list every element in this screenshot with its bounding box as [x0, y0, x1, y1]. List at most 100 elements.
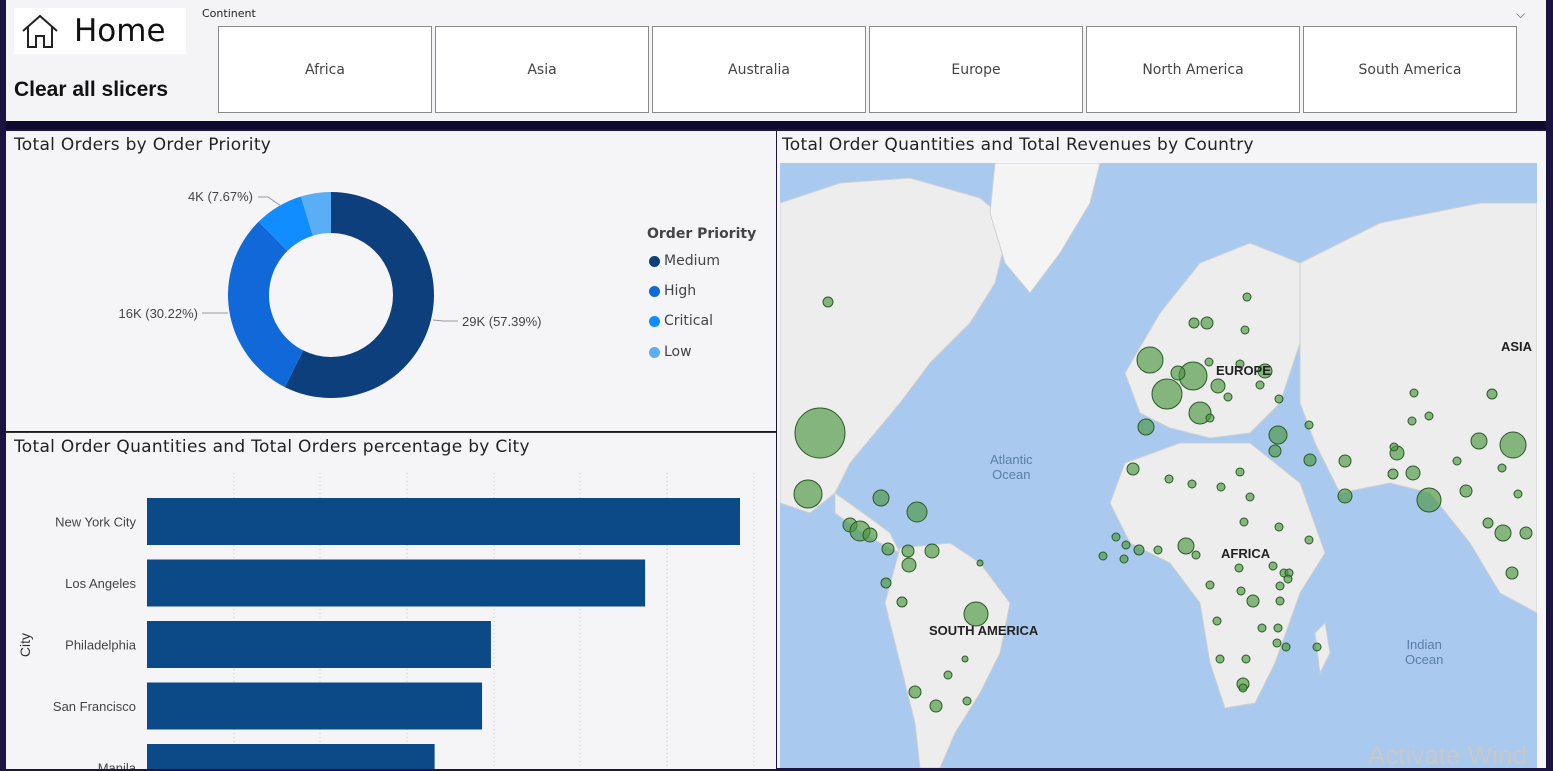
map-bubble[interactable] [1452, 456, 1462, 466]
slicer-option-north-america[interactable]: North America [1086, 26, 1300, 113]
map-bubble[interactable] [1255, 380, 1265, 390]
map-bubble[interactable] [1505, 566, 1519, 580]
map-bubble[interactable] [1387, 468, 1399, 480]
map-bubble[interactable] [1268, 561, 1278, 571]
map-bubble[interactable] [1304, 420, 1314, 430]
map-bubble[interactable] [1389, 442, 1399, 452]
map-bubble[interactable] [1136, 346, 1164, 374]
map-bubble[interactable] [1257, 623, 1267, 633]
map-bubble[interactable] [1121, 540, 1131, 550]
map-bubble[interactable] [1275, 596, 1285, 606]
map-bubble[interactable] [1119, 554, 1129, 564]
donut-chart-panel[interactable]: Total Orders by Order Priority 29K (57.3… [6, 131, 776, 431]
map-bubble[interactable] [1188, 317, 1200, 329]
map-bubble[interactable] [793, 479, 823, 509]
map-bubble[interactable] [1303, 453, 1317, 467]
bar-chart-panel[interactable]: Total Order Quantities and Total Orders … [6, 432, 776, 769]
clear-slicers-button[interactable]: Clear all slicers [14, 78, 168, 102]
map-bubble[interactable] [908, 685, 922, 699]
map-bubble[interactable] [1204, 357, 1214, 367]
map-bubble[interactable] [1246, 594, 1260, 608]
bar-los-angeles[interactable] [147, 559, 646, 607]
map-bubble[interactable] [1205, 580, 1215, 590]
map-bubble[interactable] [1210, 378, 1226, 394]
map-bubble[interactable] [1240, 325, 1250, 335]
map-bubble[interactable] [896, 596, 908, 608]
bar-manila[interactable] [147, 744, 435, 769]
map-bubble[interactable] [881, 542, 895, 556]
map-bubble[interactable] [1482, 517, 1494, 529]
map-bubble[interactable] [1234, 563, 1244, 573]
country-map[interactable]: EUROPE ASIA AFRICA SOUTH AMERICA Atlanti… [780, 163, 1537, 768]
map-bubble[interactable] [1409, 388, 1419, 398]
map-bubble[interactable] [1216, 482, 1226, 492]
map-bubble[interactable] [1212, 616, 1222, 626]
map-bubble[interactable] [1304, 535, 1314, 545]
map-bubble[interactable] [1153, 545, 1163, 555]
map-bubble[interactable] [924, 543, 940, 559]
map-bubble[interactable] [1239, 517, 1249, 527]
map-bubble[interactable] [1281, 642, 1291, 652]
map-bubble[interactable] [961, 655, 969, 663]
map-bubble[interactable] [1164, 474, 1174, 484]
map-bubble[interactable] [1275, 581, 1285, 591]
map-bubble[interactable] [1238, 683, 1248, 693]
map-bubble[interactable] [1111, 532, 1121, 542]
map-bubble[interactable] [794, 407, 846, 459]
map-bubble[interactable] [1338, 454, 1352, 468]
map-bubble[interactable] [1407, 416, 1417, 426]
slicer-option-australia[interactable]: Australia [652, 26, 866, 113]
map-bubble[interactable] [1424, 411, 1434, 421]
map-bubble[interactable] [929, 699, 943, 713]
map-bubble[interactable] [1499, 431, 1527, 459]
map-bubble[interactable] [1187, 479, 1197, 489]
map-bubble[interactable] [1170, 365, 1186, 381]
bar-philadelphia[interactable] [147, 621, 491, 668]
map-bubble[interactable] [1133, 544, 1145, 556]
map-bubble[interactable] [1137, 418, 1155, 436]
map-bubble[interactable] [1312, 642, 1322, 652]
map-bubble[interactable] [1236, 586, 1246, 596]
map-bubble[interactable] [1191, 550, 1201, 560]
map-bubble[interactable] [1151, 378, 1183, 410]
slicer-option-africa[interactable]: Africa [218, 26, 432, 113]
map-bubble[interactable] [1513, 489, 1523, 499]
map-bubble[interactable] [1200, 316, 1214, 330]
map-bubble[interactable] [1235, 467, 1245, 477]
legend-item-critical[interactable]: Critical [649, 313, 713, 329]
map-bubble[interactable] [1274, 522, 1284, 532]
map-bubble[interactable] [976, 559, 984, 567]
map-bubble[interactable] [1519, 526, 1533, 540]
map-bubble[interactable] [901, 544, 915, 558]
legend-item-medium[interactable]: Medium [649, 253, 720, 269]
slicer-option-asia[interactable]: Asia [435, 26, 649, 113]
map-bubble[interactable] [1273, 623, 1283, 633]
slicer-option-europe[interactable]: Europe [869, 26, 1083, 113]
map-bubble[interactable] [862, 527, 878, 543]
map-bubble[interactable] [1268, 425, 1288, 445]
map-bubble[interactable] [1459, 484, 1473, 498]
map-bubble[interactable] [1283, 574, 1293, 584]
bar-new-york-city[interactable] [147, 498, 740, 545]
map-bubble[interactable] [1272, 638, 1282, 648]
legend-item-low[interactable]: Low [649, 344, 692, 360]
slicer-option-south-america[interactable]: South America [1303, 26, 1517, 113]
map-bubble[interactable] [1274, 394, 1284, 404]
chevron-down-icon[interactable]: ⌵ [1516, 7, 1525, 22]
map-bubble[interactable] [962, 696, 972, 706]
map-bubble[interactable] [1126, 462, 1140, 476]
map-bubble[interactable] [872, 489, 890, 507]
map-bubble[interactable] [1470, 432, 1488, 450]
map-bubble[interactable] [1486, 388, 1498, 400]
map-bubble[interactable] [943, 670, 953, 680]
map-bubble[interactable] [880, 577, 892, 589]
map-bubble[interactable] [1337, 488, 1353, 504]
map-bubble[interactable] [901, 557, 917, 573]
map-bubble[interactable] [1416, 487, 1442, 513]
legend-item-high[interactable]: High [649, 283, 696, 299]
map-bubble[interactable] [1205, 413, 1215, 423]
map-bubble[interactable] [1405, 465, 1421, 481]
map-bubble[interactable] [1494, 524, 1512, 542]
map-bubble[interactable] [906, 501, 928, 523]
map-bubble[interactable] [1223, 392, 1233, 402]
